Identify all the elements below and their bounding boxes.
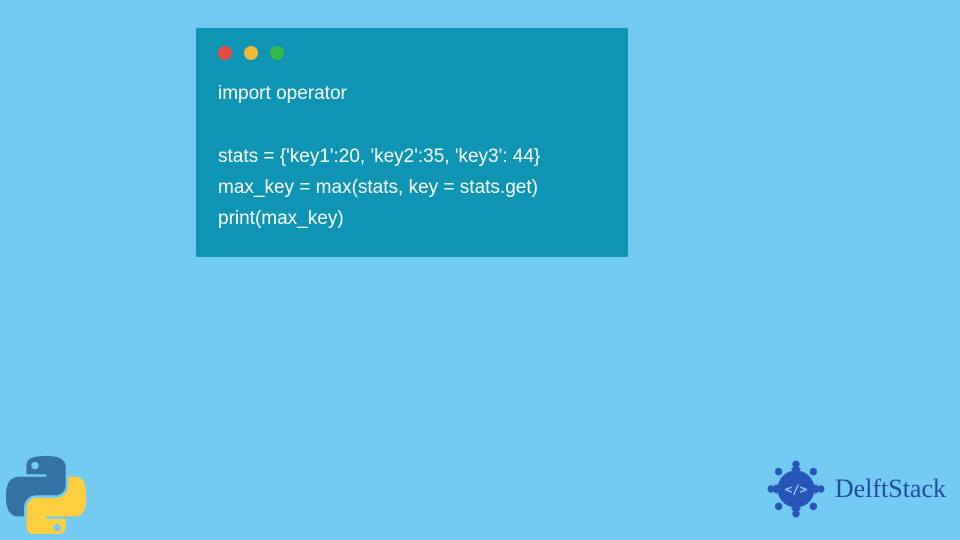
svg-text:</>: </> <box>785 481 807 496</box>
window-controls <box>218 46 606 60</box>
code-block: import operator stats = {'key1':20, 'key… <box>218 78 606 235</box>
code-line: import operator <box>218 83 347 104</box>
code-line: print(max_key) <box>218 208 344 229</box>
brand-footer: </> DelftStack <box>765 458 946 520</box>
delftstack-logo-icon: </> <box>765 458 827 520</box>
minimize-icon <box>244 46 258 60</box>
maximize-icon <box>270 46 284 60</box>
python-logo-icon <box>6 454 86 534</box>
code-line: max_key = max(stats, key = stats.get) <box>218 177 538 198</box>
brand-name: DelftStack <box>835 474 946 504</box>
code-snippet-card: import operator stats = {'key1':20, 'key… <box>196 28 628 257</box>
close-icon <box>218 46 232 60</box>
code-line: stats = {'key1':20, 'key2':35, 'key3': 4… <box>218 146 540 167</box>
